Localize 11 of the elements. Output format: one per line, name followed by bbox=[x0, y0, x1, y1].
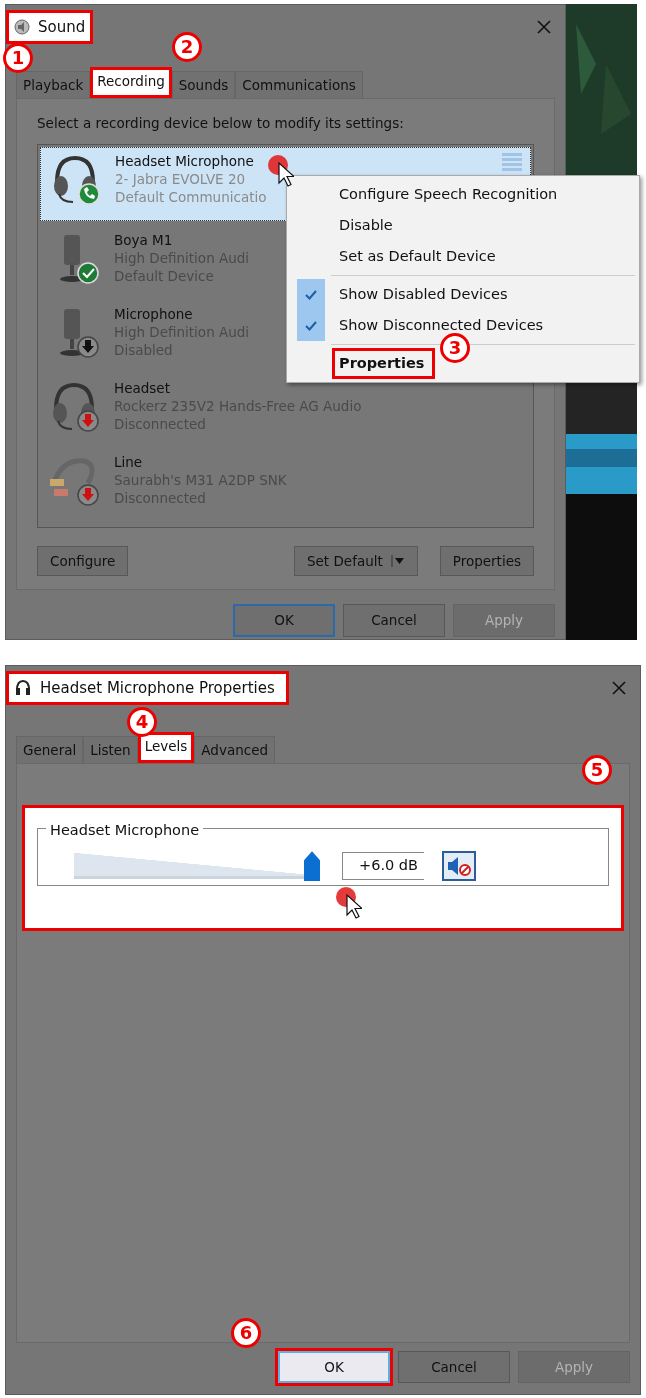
device-name: Headset Microphone bbox=[115, 151, 255, 170]
device-status: Default Communicatio bbox=[115, 187, 267, 206]
level-reading: +6.0 dB bbox=[342, 852, 424, 881]
device-name: Boya M1 bbox=[114, 230, 174, 249]
device-name: Headset bbox=[114, 378, 171, 397]
instruction-text: Select a recording device below to modify its settings: bbox=[36, 114, 405, 134]
window-title: Sound bbox=[38, 16, 86, 38]
window-title: Headset Microphone Properties bbox=[40, 677, 275, 699]
device-name: Line bbox=[114, 452, 144, 471]
device-name: Microphone bbox=[114, 304, 194, 323]
device-detail: 2- Jabra EVOLVE 20 bbox=[115, 169, 247, 188]
